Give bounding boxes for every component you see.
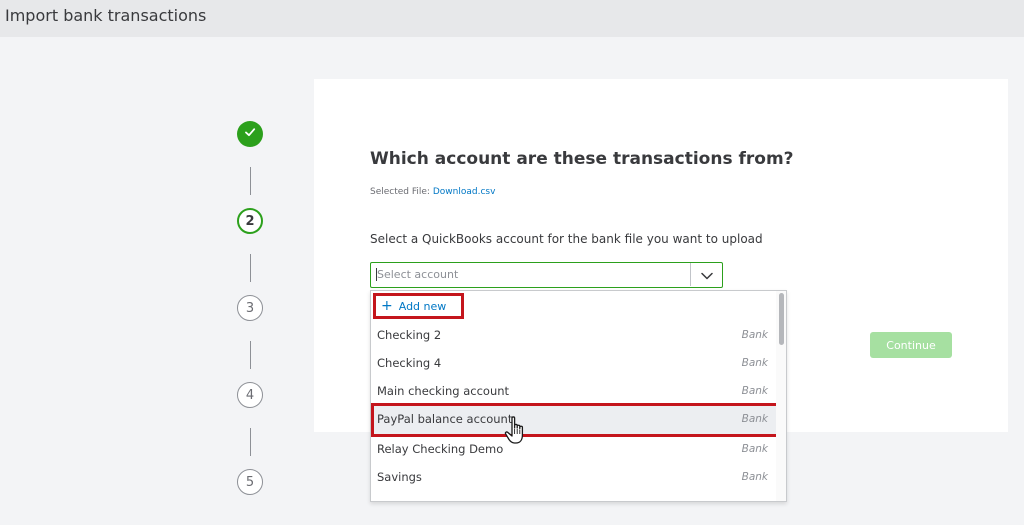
selected-file-label: Selected File:: [370, 187, 430, 197]
step-connector: [250, 167, 251, 195]
step-5: 5: [237, 469, 263, 495]
account-option-type: Bank: [741, 329, 768, 341]
step-connector: [250, 254, 251, 282]
account-option-type: Bank: [741, 385, 768, 397]
account-option-name: PayPal balance account: [377, 412, 513, 426]
hand-pointer-icon: [503, 415, 531, 447]
page-title: Import bank transactions: [5, 6, 207, 25]
account-option-checking-2[interactable]: Checking 2 Bank: [371, 321, 776, 349]
account-option-savings[interactable]: Savings Bank: [371, 463, 776, 491]
account-select-placeholder: Select account: [377, 268, 459, 281]
account-option-name: Relay Checking Demo: [377, 442, 504, 456]
section-heading: Which account are these transactions fro…: [370, 149, 794, 169]
plus-icon: +: [381, 298, 393, 314]
add-new-label: Add new: [398, 299, 447, 313]
dropdown-toggle-button[interactable]: [690, 263, 722, 286]
account-option-checking-4[interactable]: Checking 4 Bank: [371, 349, 776, 377]
dropdown-scrollbar[interactable]: [776, 291, 786, 501]
stepper: 2 3 4 5: [236, 118, 264, 498]
step-2-active: 2: [237, 208, 263, 234]
account-option-relay-checking-demo[interactable]: Relay Checking Demo Bank: [371, 435, 776, 463]
step-connector: [250, 428, 251, 456]
account-option-name: Savings: [377, 470, 422, 484]
selected-file-row: Selected File: Download.csv: [370, 187, 495, 197]
account-option-type: Bank: [741, 471, 768, 483]
account-select[interactable]: Select account: [370, 262, 723, 288]
step-connector: [250, 341, 251, 369]
account-option-name: Checking 4: [377, 356, 442, 370]
account-option-name: Checking 2: [377, 328, 442, 342]
account-option-paypal-balance[interactable]: PayPal balance account Bank: [371, 405, 776, 435]
scrollbar-thumb[interactable]: [779, 293, 784, 345]
account-option-type: Bank: [741, 357, 768, 369]
account-option-name: Main checking account: [377, 384, 510, 398]
account-option-type: Bank: [741, 443, 768, 455]
account-option-type: Bank: [741, 413, 768, 425]
account-prompt: Select a QuickBooks account for the bank…: [370, 232, 763, 246]
chevron-down-icon: [700, 265, 713, 284]
step-4: 4: [237, 382, 263, 408]
account-dropdown-list: + Add new Checking 2 Bank Checking 4 Ban…: [370, 290, 787, 502]
top-bar: Import bank transactions: [0, 0, 1024, 37]
continue-button[interactable]: Continue: [870, 332, 952, 358]
checkmark-icon: [243, 125, 257, 143]
add-new-option[interactable]: + Add new: [373, 293, 464, 319]
selected-file-link[interactable]: Download.csv: [433, 187, 496, 197]
account-option-main-checking[interactable]: Main checking account Bank: [371, 377, 776, 405]
step-3: 3: [237, 295, 263, 321]
step-1-complete: [237, 121, 263, 147]
